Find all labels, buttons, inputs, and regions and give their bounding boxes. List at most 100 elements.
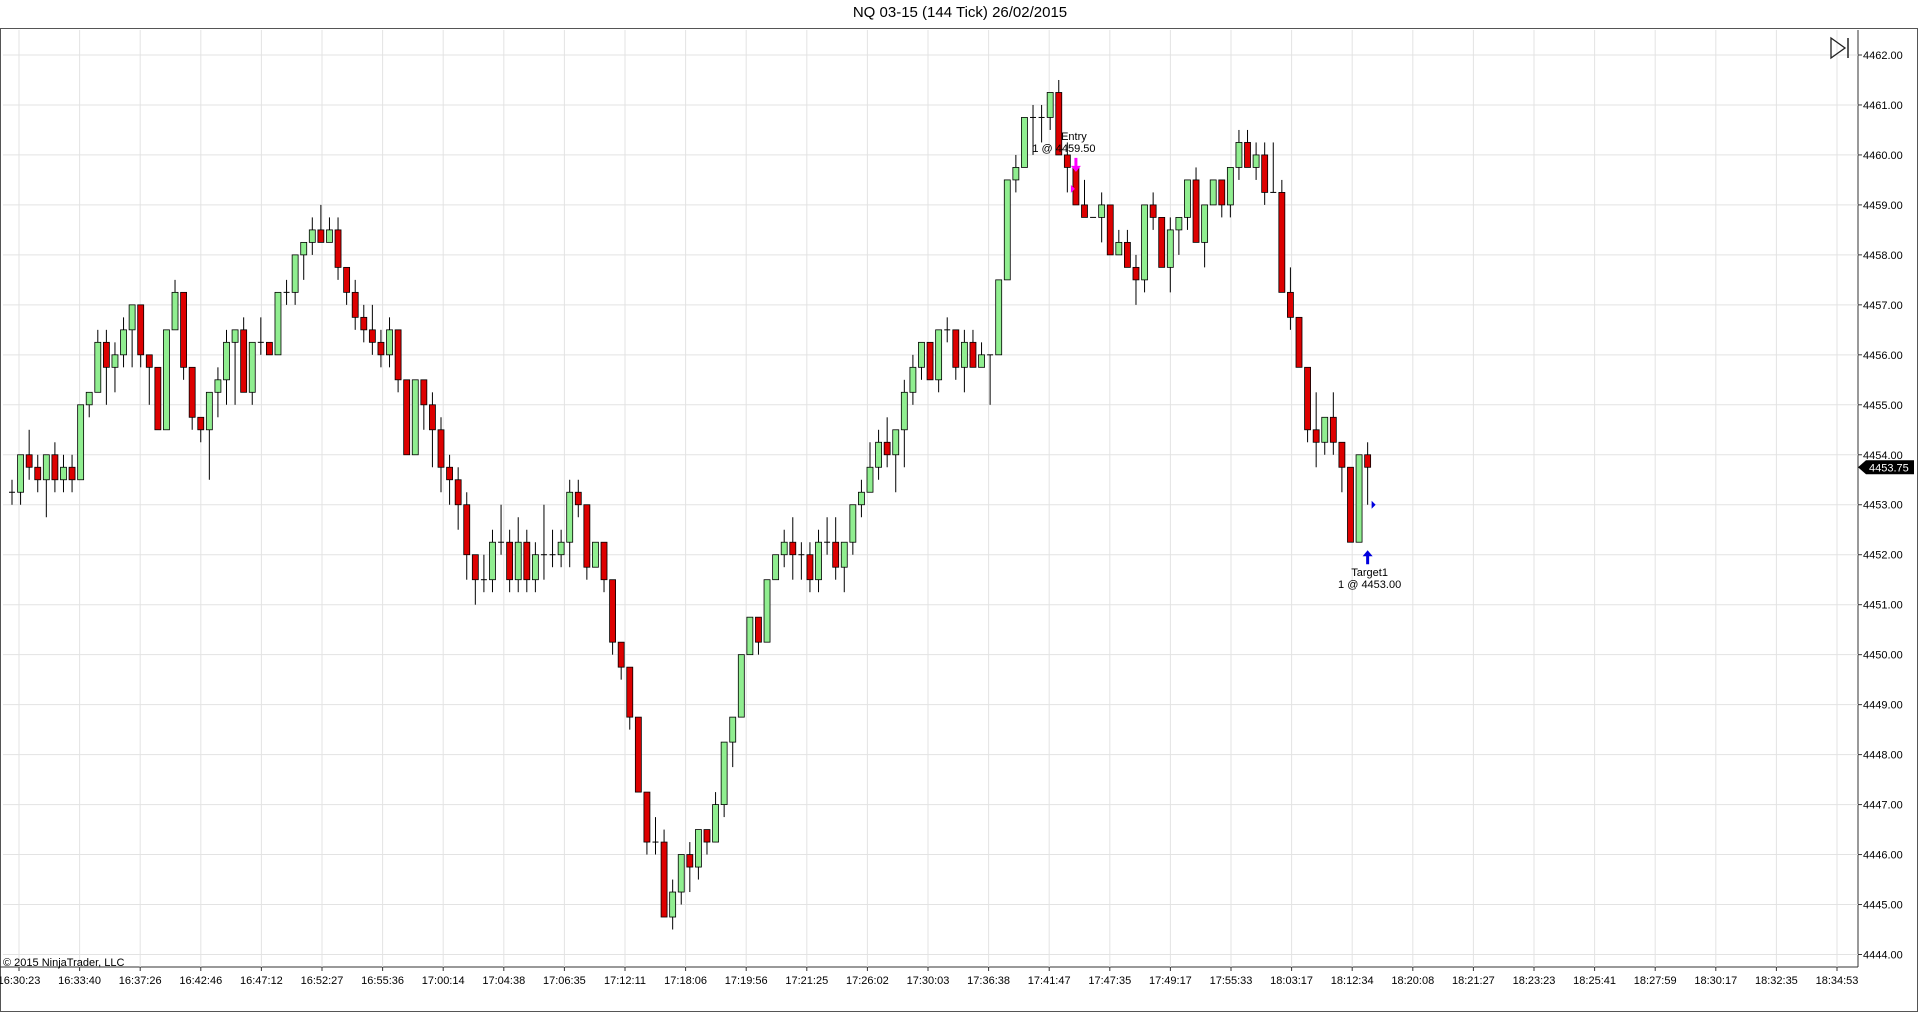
candle xyxy=(592,541,599,568)
candle-body xyxy=(351,291,359,318)
candle-body xyxy=(1252,154,1260,168)
candle-body xyxy=(137,304,145,356)
candle-body xyxy=(343,266,351,293)
candle xyxy=(1046,92,1054,130)
candle xyxy=(1201,204,1209,268)
candle xyxy=(1261,142,1269,205)
x-tick-label: 17:00:14 xyxy=(422,975,465,987)
candle xyxy=(42,454,50,518)
candle xyxy=(223,329,230,405)
candle xyxy=(77,404,85,481)
candle-body xyxy=(240,329,248,393)
candle-body xyxy=(677,854,685,893)
y-tick-label: 4446.00 xyxy=(1863,850,1903,862)
candle xyxy=(1209,179,1217,206)
candle-body xyxy=(557,541,565,556)
candle-body xyxy=(1244,142,1251,168)
y-tick-label: 4444.00 xyxy=(1863,950,1903,962)
candle xyxy=(755,616,762,655)
candle xyxy=(643,791,651,855)
candle-body xyxy=(712,804,719,843)
candle xyxy=(300,241,308,280)
candle-body xyxy=(17,454,24,493)
candle-body xyxy=(1098,204,1106,218)
candle xyxy=(798,542,805,580)
candle-body xyxy=(978,354,985,368)
x-tick-label: 16:37:26 xyxy=(119,975,162,987)
candle-body xyxy=(858,491,865,506)
y-tick-label: 4448.00 xyxy=(1863,750,1903,762)
x-tick-label: 17:41:47 xyxy=(1028,975,1071,987)
candle xyxy=(257,317,264,355)
candle-body xyxy=(514,541,522,581)
candle xyxy=(188,366,196,430)
candle xyxy=(214,367,222,418)
candle-body xyxy=(1115,241,1123,256)
trade-label: Target1 xyxy=(1351,567,1388,579)
candle-body xyxy=(274,291,282,356)
candle-body xyxy=(609,579,616,643)
candle-body xyxy=(1132,266,1140,281)
candle-body xyxy=(326,229,333,243)
candle xyxy=(531,542,539,593)
candle xyxy=(686,842,694,893)
candle xyxy=(308,217,316,255)
candle xyxy=(926,341,934,381)
candle-body xyxy=(334,229,342,268)
last-price-label: 4453.75 xyxy=(1869,462,1909,474)
candle xyxy=(995,279,1003,356)
candle-body xyxy=(145,354,153,368)
candle-body xyxy=(429,404,436,431)
y-tick-label: 4454.00 xyxy=(1863,450,1903,462)
candle-body xyxy=(403,379,411,456)
candle-body xyxy=(360,316,368,331)
candle xyxy=(849,504,857,555)
candle xyxy=(1124,229,1131,268)
candle xyxy=(240,317,248,393)
candle-body xyxy=(1209,179,1217,206)
candle-body xyxy=(643,791,651,843)
price-chart[interactable]: 4444.00 4445.00 4446.00 4447.00 4448.00 4449.… xyxy=(0,0,1920,1014)
x-tick-label: 17:36:38 xyxy=(967,975,1010,987)
candle-body xyxy=(1261,154,1269,193)
candle xyxy=(574,479,582,518)
candle-body xyxy=(789,541,797,556)
candle xyxy=(1072,167,1080,206)
candle xyxy=(540,504,547,580)
candle xyxy=(480,554,487,593)
candle-body xyxy=(377,341,385,356)
candle-body xyxy=(1021,117,1028,168)
candle-body xyxy=(1003,179,1011,281)
x-tick-label: 18:20:08 xyxy=(1391,975,1434,987)
candle-body xyxy=(849,504,857,543)
candle xyxy=(858,479,865,518)
candle-body xyxy=(746,616,754,656)
candle xyxy=(231,329,239,405)
candle-body xyxy=(1218,179,1226,206)
trade-label: Entry xyxy=(1061,131,1087,143)
candle xyxy=(403,379,411,456)
x-tick-label: 18:30:17 xyxy=(1694,975,1737,987)
candle xyxy=(883,417,891,468)
candle xyxy=(703,829,711,855)
y-tick-label: 4458.00 xyxy=(1863,250,1903,262)
candle-body xyxy=(386,329,393,356)
candle xyxy=(463,492,471,580)
candle xyxy=(1338,441,1346,493)
candle xyxy=(729,716,737,768)
candle xyxy=(51,442,59,493)
x-tick-label: 16:33:40 xyxy=(58,975,101,987)
candle xyxy=(248,341,256,405)
candle xyxy=(498,504,505,555)
candle xyxy=(145,354,153,405)
candle xyxy=(1252,142,1260,180)
y-tick-label: 4453.00 xyxy=(1863,500,1903,512)
candle-body xyxy=(1046,92,1054,118)
candle xyxy=(875,429,882,480)
candle xyxy=(1270,142,1277,193)
candle xyxy=(677,854,685,905)
candle xyxy=(394,329,402,393)
candle xyxy=(1115,229,1123,256)
candle-body xyxy=(523,541,531,581)
candle xyxy=(446,454,453,505)
